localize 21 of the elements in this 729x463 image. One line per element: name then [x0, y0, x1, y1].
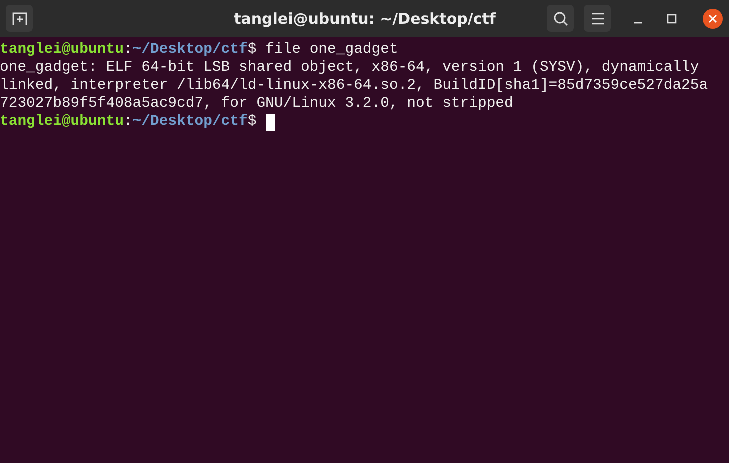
prompt-separator: : — [124, 113, 133, 131]
output-text: 723027b89f5f408a5ac9cd7, for GNU/Linux 3.2.0, not stripped — [0, 95, 514, 113]
output-text: one_gadget: ELF 64-bit LSB shared object, x86-64, version 1 (SYSV), dynamically — [0, 59, 700, 77]
prompt-symbol: $ — [248, 41, 257, 59]
command-text: file one_gadget — [264, 41, 398, 59]
search-icon — [552, 10, 568, 26]
prompt-user: tanglei@ubuntu — [0, 113, 124, 131]
new-tab-icon — [12, 10, 28, 26]
prompt-path: ~/Desktop/ctf — [132, 113, 248, 131]
search-button[interactable] — [547, 5, 574, 32]
menu-icon — [590, 12, 604, 24]
new-tab-button[interactable] — [6, 5, 33, 32]
maximize-icon[interactable] — [666, 12, 678, 24]
window-title: tanglei@ubuntu: ~/Desktop/ctf — [233, 10, 497, 28]
close-icon[interactable] — [703, 8, 723, 28]
prompt-user: tanglei@ubuntu — [0, 41, 124, 59]
prompt-symbol: $ — [248, 113, 257, 131]
menu-button[interactable] — [584, 5, 611, 32]
prompt-separator: : — [124, 41, 133, 59]
prompt-path: ~/Desktop/ctf — [132, 41, 248, 59]
output-text: linked, interpreter /lib64/ld-linux-x86-64.so.2, BuildID[sha1]=85d7359ce527da25a — [0, 77, 708, 95]
